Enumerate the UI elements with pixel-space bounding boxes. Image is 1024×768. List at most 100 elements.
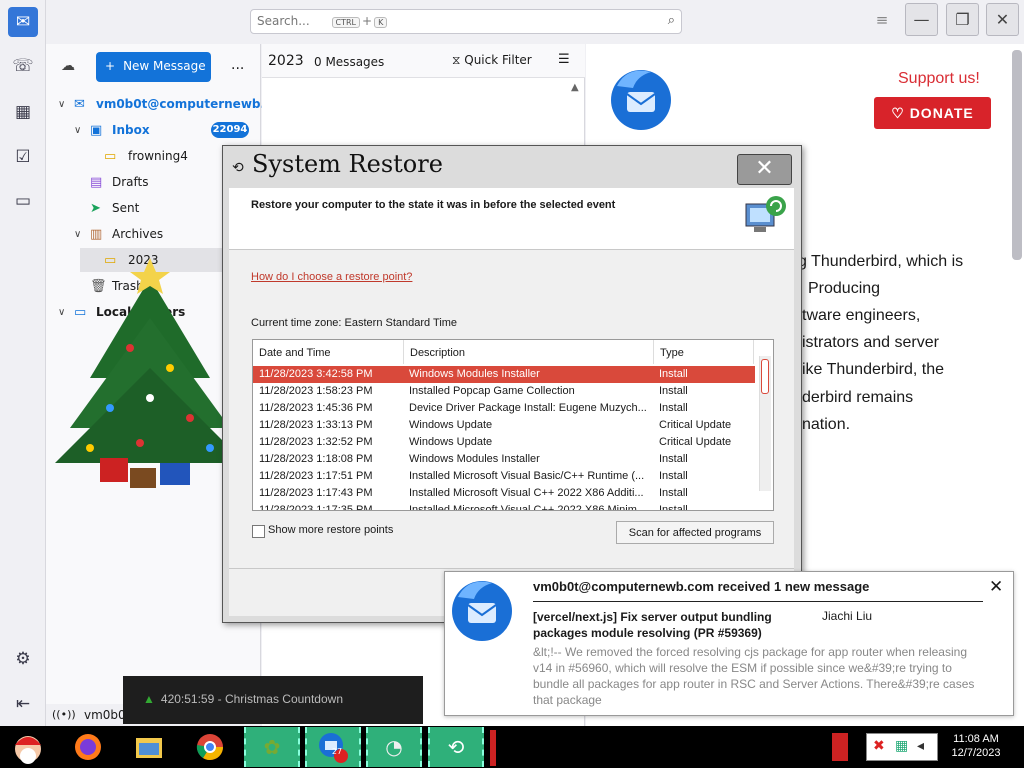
quick-filter-button[interactable]: ⧖ Quick Filter [452,53,532,68]
sent-icon: ➤ [90,200,101,216]
taskbar-clock[interactable]: 11:08 AM 12/7/2023 [944,732,1008,760]
network-icon[interactable]: ▦ [895,738,908,754]
body-text-line: g Thunderbird, which is [798,253,964,270]
restore-points-table: Date and Time Description Type 11/28/202… [252,339,774,511]
table-row[interactable]: 11/28/2023 1:17:35 PM Installed Microsoft… [253,502,755,511]
support-link[interactable]: Support us! [898,70,980,88]
body-text-line: nation. [802,416,851,433]
more-button[interactable]: ... [231,57,244,73]
menu-icon[interactable]: ≡ [874,12,890,28]
thread-header: 2023 0 Messages ⧖ Quick Filter ☰ [262,44,585,78]
firefox-icon [75,734,101,760]
body-text-line: ike Thunderbird, the [802,361,945,378]
cell-date: 11/28/2023 1:18:08 PM [259,453,373,465]
table-scrollbar-thumb[interactable] [761,359,769,394]
cell-description: Installed Microsoft Visual C++ 2022 X86 … [409,487,644,499]
taskbar-system-restore[interactable]: ⟲ [428,727,484,767]
taskbar-explorer[interactable] [121,727,177,767]
scroll-up-icon[interactable]: ▲ [571,82,579,93]
cell-description: Windows Update [409,436,493,448]
system-restore-icon: ⟲ [232,160,244,176]
unread-count-badge: 27 [331,747,343,756]
cell-date: 11/28/2023 1:17:43 PM [259,487,373,499]
archive-icon: ▥ [90,226,103,242]
notification-close-icon[interactable]: ✕ [989,577,1003,597]
show-hidden-icons[interactable] [832,733,848,761]
body-text-line: Producing [808,280,881,297]
account-icon: ✉ [74,96,85,112]
dialog-close-button[interactable]: ✕ [737,154,792,185]
message-scrollbar[interactable] [1012,50,1022,260]
show-more-label[interactable]: Show more restore points [268,524,393,536]
clock-app-icon: ◔ [385,735,403,759]
calendar-icon[interactable]: ▦ [9,98,37,126]
cell-type: Install [659,504,688,511]
column-header-description[interactable]: Description [404,340,654,364]
table-row[interactable]: 11/28/2023 1:17:51 PM Installed Microsoft… [253,468,755,485]
folder-label: Drafts [112,175,149,189]
tasks-icon[interactable]: ☑ [9,143,37,171]
cell-date: 11/28/2023 1:17:51 PM [259,470,373,482]
taskbar-game[interactable]: ✿ [244,727,300,767]
restore-button[interactable]: ❐ [946,3,979,36]
cell-date: 11/28/2023 1:45:36 PM [259,402,373,414]
cell-date: 11/28/2023 1:58:23 PM [259,385,373,397]
game-icon: ✿ [263,735,281,759]
chat-icon[interactable]: ▭ [9,187,37,215]
column-header-date[interactable]: Date and Time [253,340,404,364]
thunderbird-logo-icon [452,581,512,641]
shortcut-key-k: K [374,17,388,28]
cell-date: 11/28/2023 3:42:58 PM [259,368,373,380]
mail-icon[interactable]: ✉ [8,7,38,37]
help-link[interactable]: How do I choose a restore point? [251,271,412,283]
get-messages-icon[interactable]: ☁ [61,58,75,74]
display-options-icon[interactable]: ☰ [558,52,570,67]
heart-icon: ♡ [891,105,910,121]
column-header-type[interactable]: Type [654,340,754,364]
timezone-label: Current time zone: Eastern Standard Time [251,317,458,329]
address-book-icon[interactable]: ☏ [9,52,37,80]
table-row[interactable]: 11/28/2023 1:45:36 PM Device Driver Packa… [253,400,755,417]
network-error-icon[interactable]: ✖ [873,738,885,754]
folder-account[interactable]: ∨ ✉ vm0b0t@computernewb... [46,92,274,116]
collapse-icon[interactable]: ⇤ [9,690,37,718]
table-row[interactable]: 11/28/2023 1:32:52 PM Windows Update Criti… [253,434,755,451]
table-row[interactable]: 11/28/2023 1:18:08 PM Windows Modules Ins… [253,451,755,468]
minimize-button[interactable]: — [905,3,938,36]
table-row[interactable]: 11/28/2023 1:58:23 PM Installed Popcap Ga… [253,383,755,400]
taskbar-firefox[interactable] [60,727,116,767]
folder-label: Archives [112,227,164,241]
notification-author: Jiachi Liu [822,609,873,623]
settings-icon[interactable]: ⚙ [9,645,37,673]
table-row[interactable]: 11/28/2023 1:17:43 PM Installed Microsoft… [253,485,755,502]
donate-button[interactable]: ♡ DONATE [874,97,991,129]
table-row[interactable]: 11/28/2023 1:33:13 PM Windows Update Criti… [253,417,755,434]
filter-icon: ⧖ [452,53,465,67]
scan-affected-programs-button[interactable]: Scan for affected programs [616,521,774,544]
body-text-line: tware engineers, [802,307,921,324]
cell-type: Install [659,470,688,482]
drafts-icon: ▤ [90,174,103,190]
notification-title: vm0b0t@computernewb.com received 1 new m… [533,579,870,594]
show-more-checkbox[interactable] [252,525,265,538]
cell-description: Installed Popcap Game Collection [409,385,575,397]
new-message-button[interactable]: + New Message [96,52,211,82]
cell-description: Device Driver Package Install: Eugene Mu… [409,402,647,414]
close-button[interactable]: ✕ [986,3,1019,36]
cell-type: Critical Update [659,419,732,431]
search-input[interactable]: Search... CTRL + K ⌕ [250,9,682,34]
taskbar-app[interactable]: ◔ [366,727,422,767]
cell-type: Install [659,402,688,414]
volume-icon[interactable]: ◂ [917,738,924,754]
cell-date: 11/28/2023 1:17:35 PM [259,504,373,511]
start-button[interactable] [0,727,56,767]
table-row[interactable]: 11/28/2023 3:42:58 PM Windows Modules Ins… [253,366,755,383]
donate-label: DONATE [909,105,974,121]
cell-type: Critical Update [659,436,732,448]
chevron-down-icon: ∨ [74,228,82,240]
cell-type: Install [659,385,688,397]
system-tray: ✖ ▦ ◂ [866,733,938,761]
taskbar-chrome[interactable] [182,727,238,767]
dialog-subtitle: Restore your computer to the state it wa… [251,199,616,211]
clock-date: 12/7/2023 [951,747,1001,759]
